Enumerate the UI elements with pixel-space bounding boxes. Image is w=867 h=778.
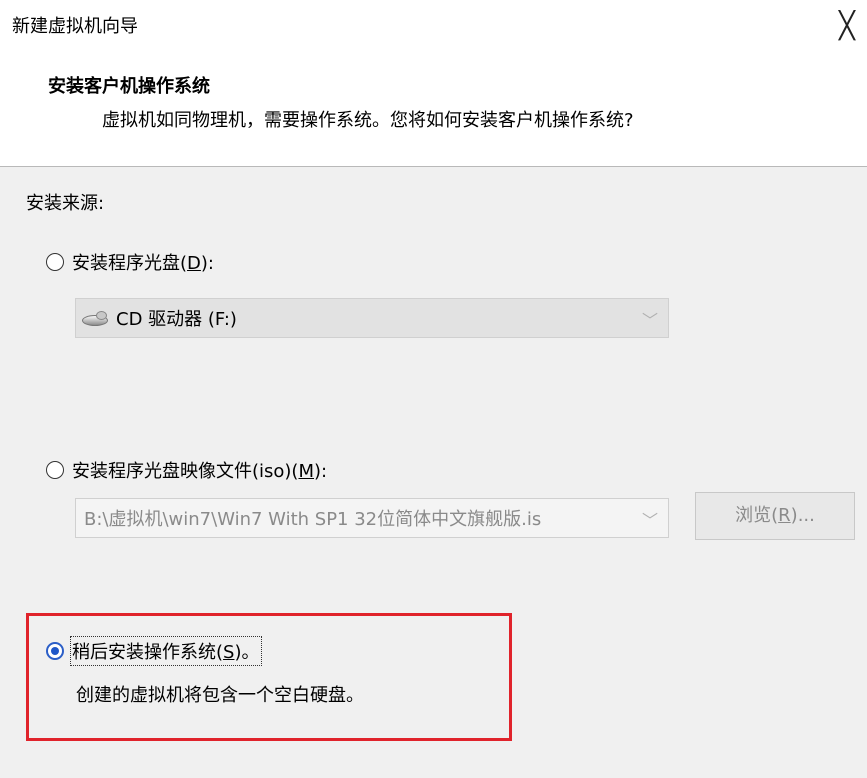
iso-path-value: B:\虚拟机\win7\Win7 With SP1 32位简体中文旗舰版.is (84, 509, 542, 530)
wizard-header: 安装客户机操作系统 虚拟机如同物理机，需要操作系统。您将如何安装客户机操作系统? (0, 48, 867, 166)
page-title: 安装客户机操作系统 (48, 76, 210, 97)
install-source-label: 安装来源: (26, 193, 105, 214)
title-bar: 新建虚拟机向导 ╳ (0, 0, 867, 48)
browse-button[interactable]: 浏览(R)... (695, 492, 855, 540)
radio-iso[interactable] (46, 461, 64, 479)
wizard-content: 安装来源: 安装程序光盘(D): CD 驱动器 (F:) ﹀ 安装程序光盘映像文… (0, 167, 867, 778)
page-subtitle: 虚拟机如同物理机，需要操作系统。您将如何安装客户机操作系统? (102, 110, 634, 131)
iso-path-combobox[interactable]: B:\虚拟机\win7\Win7 With SP1 32位简体中文旗舰版.is … (75, 498, 669, 538)
chevron-down-icon: ﹀ (641, 511, 658, 530)
radio-later[interactable] (46, 642, 64, 660)
radio-disc[interactable] (46, 253, 64, 271)
highlight-annotation (26, 613, 512, 741)
radio-option-later[interactable]: 稍后安装操作系统(S)。 (46, 636, 262, 666)
cd-drive-value: CD 驱动器 (F:) (116, 309, 237, 330)
radio-option-iso[interactable]: 安装程序光盘映像文件(iso)(M): (46, 457, 327, 483)
close-icon[interactable]: ╳ (827, 6, 867, 46)
radio-iso-label: 安装程序光盘映像文件(iso)(M): (72, 461, 328, 482)
radio-option-disc[interactable]: 安装程序光盘(D): (46, 249, 214, 275)
window-title: 新建虚拟机向导 (12, 16, 138, 37)
cd-drive-icon (82, 309, 108, 327)
radio-later-label: 稍后安装操作系统(S)。 (70, 636, 262, 666)
radio-disc-label: 安装程序光盘(D): (72, 253, 214, 274)
cd-drive-dropdown[interactable]: CD 驱动器 (F:) ﹀ (75, 298, 669, 338)
install-later-description: 创建的虚拟机将包含一个空白硬盘。 (76, 685, 364, 706)
chevron-down-icon: ﹀ (641, 311, 658, 330)
